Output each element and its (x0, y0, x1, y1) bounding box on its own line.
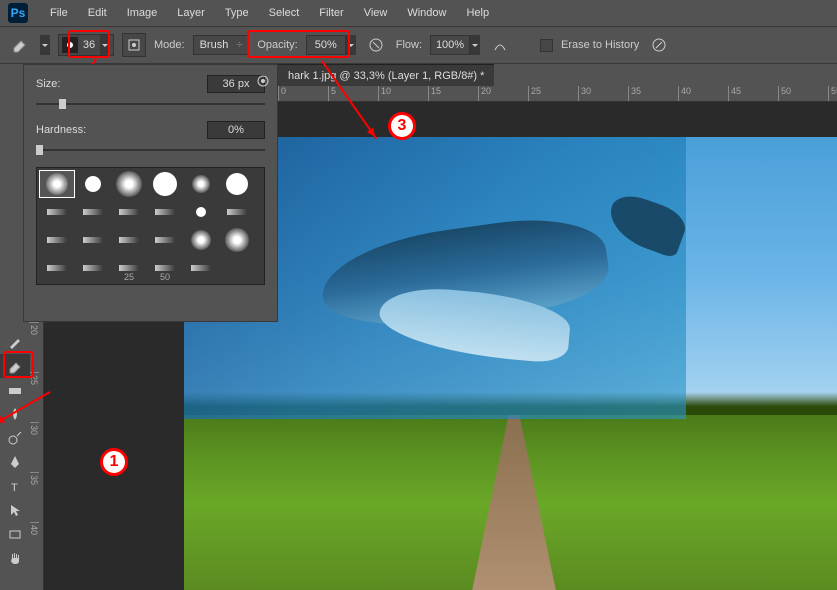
hardness-slider-knob[interactable] (36, 145, 43, 155)
hardness-slider[interactable] (36, 145, 265, 155)
brush-panel-toggle[interactable] (122, 33, 146, 57)
brush-preset[interactable] (111, 226, 147, 254)
whale-layer (283, 192, 666, 374)
pressure-opacity-icon[interactable] (364, 33, 388, 57)
mode-select[interactable]: Brush ÷ (193, 35, 250, 55)
document-tab[interactable]: hark 1.jpg @ 33,3% (Layer 1, RGB/8#) * (278, 64, 494, 86)
brush-tool[interactable] (0, 330, 30, 354)
flow-value: 100% (436, 39, 464, 51)
brush-preset[interactable] (219, 198, 255, 226)
menu-bar: Ps File Edit Image Layer Type Select Fil… (0, 0, 837, 26)
brush-preset[interactable] (39, 226, 75, 254)
blur-tool[interactable] (0, 402, 30, 426)
brush-preset[interactable] (147, 198, 183, 226)
brush-preset-grid: 25 50 (36, 167, 265, 285)
flow-label: Flow: (396, 39, 422, 51)
menu-image[interactable]: Image (119, 3, 166, 23)
menu-edit[interactable]: Edit (80, 3, 115, 23)
menu-select[interactable]: Select (261, 3, 308, 23)
opacity-label: Opacity: (257, 39, 297, 51)
brush-preset[interactable] (111, 198, 147, 226)
brush-preset[interactable]: 50 (147, 254, 183, 282)
menu-view[interactable]: View (356, 3, 396, 23)
pressure-size-icon[interactable] (647, 33, 671, 57)
flow-input[interactable]: 100% (430, 35, 470, 55)
menu-window[interactable]: Window (399, 3, 454, 23)
size-slider-knob[interactable] (59, 99, 66, 109)
brush-preset[interactable] (75, 198, 111, 226)
erase-history-label: Erase to History (561, 39, 639, 51)
brush-preset[interactable] (39, 170, 75, 198)
preset-label: 50 (160, 272, 170, 282)
brush-preset[interactable] (75, 226, 111, 254)
svg-text:T: T (11, 482, 18, 494)
document-image (184, 137, 837, 590)
menu-layer[interactable]: Layer (169, 3, 213, 23)
brush-preview-icon (62, 37, 78, 53)
preset-label: 25 (124, 272, 134, 282)
opacity-input[interactable]: 50% (306, 35, 346, 55)
brush-preset[interactable] (39, 198, 75, 226)
brush-preset[interactable] (183, 226, 219, 254)
hardness-label: Hardness: (36, 124, 86, 136)
brush-dropdown-arrow[interactable] (100, 35, 110, 55)
brush-preset[interactable] (111, 170, 147, 198)
hardness-value: 0% (228, 124, 244, 136)
brush-preset[interactable] (75, 254, 111, 282)
brush-preset[interactable] (219, 170, 255, 198)
menu-file[interactable]: File (42, 3, 76, 23)
brush-preset[interactable] (183, 198, 219, 226)
menu-filter[interactable]: Filter (311, 3, 351, 23)
path-select-tool[interactable] (0, 498, 30, 522)
size-value: 36 px (223, 78, 250, 90)
gradient-tool[interactable] (0, 378, 30, 402)
brush-preset[interactable] (183, 170, 219, 198)
erase-history-checkbox[interactable] (540, 39, 553, 52)
mode-value: Brush (200, 39, 229, 51)
brush-preset[interactable] (219, 226, 255, 254)
eraser-tool[interactable] (0, 354, 30, 378)
brush-preset[interactable] (75, 170, 111, 198)
brush-preset[interactable] (219, 254, 255, 282)
panel-menu-icon[interactable] (255, 73, 271, 89)
menu-help[interactable]: Help (458, 3, 497, 23)
type-tool[interactable]: T (0, 474, 30, 498)
app-logo: Ps (8, 3, 28, 23)
document-tab-label: hark 1.jpg @ 33,3% (Layer 1, RGB/8#) * (288, 70, 484, 82)
brush-preset[interactable] (183, 254, 219, 282)
brush-preset[interactable] (147, 170, 183, 198)
size-label: Size: (36, 78, 60, 90)
app-logo-text: Ps (11, 6, 26, 20)
ruler-vertical: 2025303540 (29, 322, 44, 590)
hardness-input[interactable]: 0% (207, 121, 265, 139)
brush-preset-panel: Size: 36 px Hardness: 0% 25 50 (23, 64, 278, 322)
brush-size-value: 36 (80, 39, 98, 51)
menu-type[interactable]: Type (217, 3, 257, 23)
tool-preset-dropdown[interactable] (40, 35, 50, 55)
flow-dropdown[interactable] (470, 35, 480, 55)
pen-tool[interactable] (0, 450, 30, 474)
size-slider[interactable] (36, 99, 265, 109)
airbrush-icon[interactable] (488, 33, 512, 57)
shape-tool[interactable] (0, 522, 30, 546)
dodge-tool[interactable] (0, 426, 30, 450)
eraser-tool-icon (8, 33, 32, 57)
tool-palette: T (0, 330, 30, 570)
brush-preset[interactable]: 25 (111, 254, 147, 282)
opacity-value: 50% (315, 39, 337, 51)
brush-preset[interactable] (147, 226, 183, 254)
brush-size-picker[interactable]: 36 (58, 34, 114, 56)
opacity-dropdown[interactable] (346, 35, 356, 55)
hand-tool[interactable] (0, 546, 30, 570)
brush-preset[interactable] (39, 254, 75, 282)
options-bar: 36 Mode: Brush ÷ Opacity: 50% Flow: 100%… (0, 26, 837, 64)
mode-label: Mode: (154, 39, 185, 51)
